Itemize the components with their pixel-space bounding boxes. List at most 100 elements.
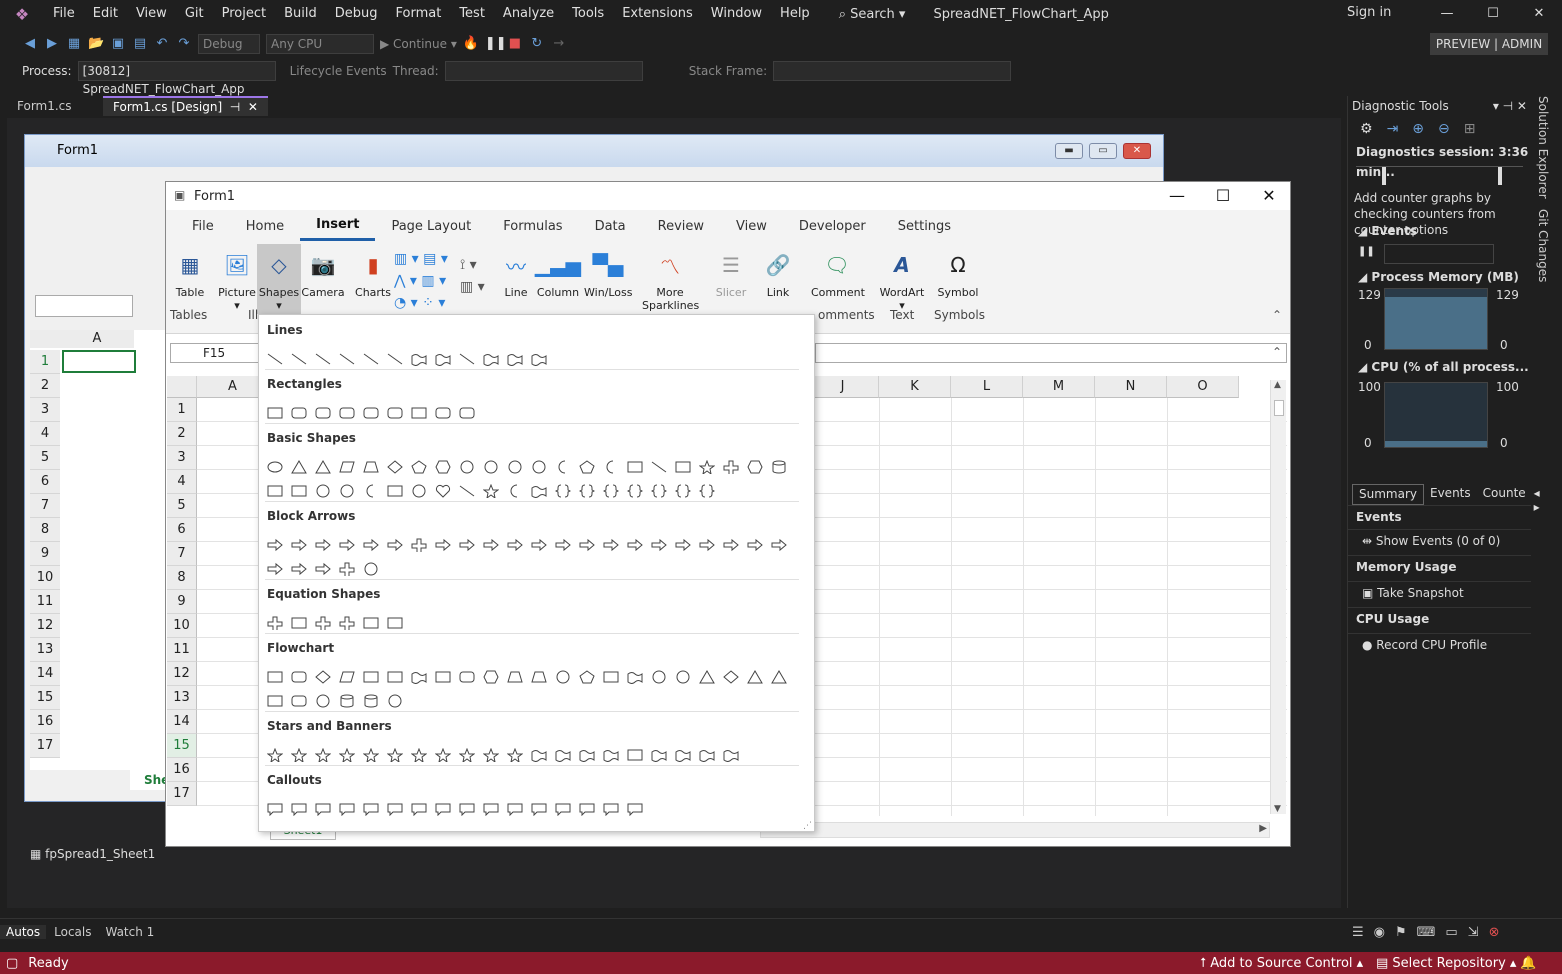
- shape-brace-icon[interactable]: [695, 481, 719, 501]
- shape-star-icon[interactable]: [479, 481, 503, 501]
- row-header[interactable]: 9: [167, 590, 197, 614]
- menu-project[interactable]: Project: [213, 0, 275, 28]
- table-button[interactable]: ▦ Table: [168, 248, 212, 299]
- ribbon-tab-settings[interactable]: Settings: [882, 219, 967, 234]
- shape-cyl-icon[interactable]: [335, 691, 359, 711]
- shape-line-icon[interactable]: [647, 457, 671, 477]
- shape-rrect-icon[interactable]: [287, 403, 311, 423]
- shape-wave-icon[interactable]: [431, 349, 455, 369]
- save-icon[interactable]: ▣: [110, 36, 126, 52]
- shape-rect-icon[interactable]: [407, 403, 431, 423]
- shape-cir-icon[interactable]: [551, 667, 575, 687]
- shape-wave-icon[interactable]: [527, 481, 551, 501]
- new-project-icon[interactable]: ▦: [66, 36, 82, 52]
- shape-call-icon[interactable]: [359, 799, 383, 819]
- thread-dropdown[interactable]: [444, 61, 643, 81]
- shape-trap-icon[interactable]: [359, 457, 383, 477]
- pause-icon[interactable]: ❚❚: [485, 36, 507, 52]
- lifecycle-events[interactable]: Lifecycle Events: [290, 64, 387, 78]
- solution-explorer-tab[interactable]: Solution Explorer: [1536, 96, 1550, 199]
- shape-diam-icon[interactable]: [719, 667, 743, 687]
- shape-cir-icon[interactable]: [335, 481, 359, 501]
- shape-line-icon[interactable]: [287, 349, 311, 369]
- shape-call-icon[interactable]: [503, 799, 527, 819]
- shape-arr-icon[interactable]: [263, 559, 287, 579]
- tab-locals[interactable]: Locals: [48, 925, 97, 939]
- row-header[interactable]: 15: [167, 734, 197, 758]
- menu-file[interactable]: File: [44, 0, 84, 28]
- menu-extensions[interactable]: Extensions: [613, 0, 702, 28]
- shape-star-icon[interactable]: [359, 745, 383, 765]
- shape-rect-icon[interactable]: [287, 613, 311, 633]
- shape-diam-icon[interactable]: [311, 667, 335, 687]
- shape-cir-icon[interactable]: [671, 667, 695, 687]
- shape-rect-icon[interactable]: [383, 667, 407, 687]
- shape-wave-icon[interactable]: [575, 745, 599, 765]
- menu-build[interactable]: Build: [275, 0, 326, 28]
- shape-arr-icon[interactable]: [743, 535, 767, 555]
- shape-cir-icon[interactable]: [407, 481, 431, 501]
- notifications-bell-icon[interactable]: 🔔: [1520, 956, 1536, 971]
- menu-git[interactable]: Git: [176, 0, 213, 28]
- shapes-button[interactable]: ◇ Shapes ▾: [257, 244, 301, 314]
- shape-rect-icon[interactable]: [263, 691, 287, 711]
- shape-diam-icon[interactable]: [383, 457, 407, 477]
- row-header[interactable]: 12: [167, 662, 197, 686]
- shape-star-icon[interactable]: [431, 745, 455, 765]
- shape-rect-icon[interactable]: [263, 481, 287, 501]
- shape-cir-icon[interactable]: [383, 691, 407, 711]
- row-header[interactable]: 4: [167, 470, 197, 494]
- tab-summary[interactable]: Summary: [1352, 484, 1424, 505]
- form-minimize-icon[interactable]: —: [1154, 182, 1200, 210]
- col-header-l[interactable]: L: [951, 376, 1023, 398]
- symbol-button[interactable]: Ω Symbol: [934, 248, 982, 299]
- menu-format[interactable]: Format: [387, 0, 451, 28]
- shape-rect-icon[interactable]: [383, 481, 407, 501]
- shape-wave-icon[interactable]: [647, 745, 671, 765]
- row-header[interactable]: 11: [167, 638, 197, 662]
- shape-call-icon[interactable]: [527, 799, 551, 819]
- cpu-graph[interactable]: 100 100 0 0: [1348, 378, 1531, 458]
- shape-arr-icon[interactable]: [383, 535, 407, 555]
- expand-formula-icon[interactable]: ⌃: [1272, 345, 1282, 359]
- immediate-window-icon[interactable]: ▭: [1445, 925, 1457, 940]
- save-all-icon[interactable]: ▤: [132, 36, 148, 52]
- col-header-k[interactable]: K: [879, 376, 951, 398]
- row-header[interactable]: 5: [167, 494, 197, 518]
- minimize-icon[interactable]: —: [1424, 0, 1470, 28]
- take-snapshot-link[interactable]: ▣ Take Snapshot: [1348, 582, 1531, 608]
- shape-star-icon[interactable]: [287, 745, 311, 765]
- shape-tri-icon[interactable]: [311, 457, 335, 477]
- sparkline-column-button[interactable]: ▁▃▅ Column: [535, 248, 581, 299]
- shape-call-icon[interactable]: [431, 799, 455, 819]
- shape-star-icon[interactable]: [383, 745, 407, 765]
- menu-help[interactable]: Help: [771, 0, 819, 28]
- shape-brace-icon[interactable]: [647, 481, 671, 501]
- shape-plus-icon[interactable]: [263, 613, 287, 633]
- row-header[interactable]: 2: [167, 422, 197, 446]
- shape-rrect-icon[interactable]: [455, 403, 479, 423]
- show-events-link[interactable]: ⇹ Show Events (0 of 0): [1348, 530, 1531, 556]
- shape-plus-icon[interactable]: [719, 457, 743, 477]
- shape-moon-icon[interactable]: [359, 481, 383, 501]
- breakpoints-icon[interactable]: ◉: [1374, 925, 1385, 940]
- resize-grip-icon[interactable]: ⋰: [803, 821, 812, 831]
- close-icon[interactable]: ✕: [1516, 0, 1562, 28]
- ribbon-tab-data[interactable]: Data: [579, 219, 642, 234]
- shape-rrect-icon[interactable]: [455, 667, 479, 687]
- export-icon[interactable]: ⇥: [1387, 121, 1399, 137]
- forward-icon[interactable]: ▶: [44, 36, 60, 52]
- row-header[interactable]: 13: [167, 686, 197, 710]
- row-header[interactable]: 10: [167, 614, 197, 638]
- shape-rect-icon[interactable]: [671, 457, 695, 477]
- shape-call-icon[interactable]: [623, 799, 647, 819]
- camera-button[interactable]: 📷 Camera: [301, 248, 345, 299]
- row-header[interactable]: 7: [167, 542, 197, 566]
- form-maximize-icon[interactable]: ☐: [1200, 182, 1246, 210]
- shape-rect-icon[interactable]: [359, 613, 383, 633]
- shape-tri-icon[interactable]: [743, 667, 767, 687]
- shape-line-icon[interactable]: [263, 349, 287, 369]
- shape-cir-icon[interactable]: [455, 457, 479, 477]
- shape-arr-icon[interactable]: [695, 535, 719, 555]
- ribbon-tab-page-layout[interactable]: Page Layout: [375, 219, 487, 234]
